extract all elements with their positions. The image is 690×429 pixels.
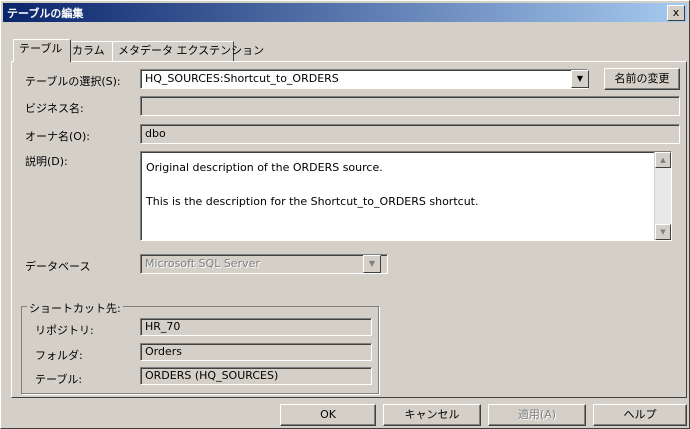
window-title: テーブルの編集: [7, 7, 84, 20]
table-label: テーブル:: [35, 373, 83, 386]
description-label: 説明(D):: [25, 155, 68, 168]
description-scrollbar[interactable]: ▲ ▼: [654, 152, 671, 240]
owner-label: オーナ名(O):: [25, 130, 90, 143]
scroll-down-icon[interactable]: ▼: [655, 224, 671, 240]
edit-table-dialog: テーブルの編集 x テーブル カラム メタデータ エクステンション テーブルの選…: [0, 0, 690, 429]
repository-label: リポジトリ:: [35, 324, 94, 337]
business-name-label: ビジネス名:: [25, 102, 84, 115]
database-label: データベース: [25, 260, 91, 273]
chevron-down-icon[interactable]: ▼: [363, 255, 381, 273]
description-line-2: This is the description for the Shortcut…: [146, 195, 479, 208]
description-textarea[interactable]: Original description of the ORDERS sourc…: [140, 151, 672, 241]
folder-field[interactable]: Orders: [140, 343, 372, 361]
ok-button[interactable]: OK: [280, 404, 376, 426]
table-field[interactable]: ORDERS (HQ_SOURCES): [140, 367, 372, 385]
repository-field[interactable]: HR_70: [140, 318, 372, 336]
title-bar: テーブルの編集 x: [3, 3, 687, 22]
business-name-field[interactable]: [140, 96, 680, 116]
chevron-down-icon[interactable]: ▼: [571, 70, 589, 88]
tab-metadata-extensions[interactable]: メタデータ エクステンション: [112, 41, 264, 61]
description-line-1: Original description of the ORDERS sourc…: [146, 161, 383, 174]
help-button[interactable]: ヘルプ: [593, 404, 687, 426]
close-icon[interactable]: x: [667, 5, 685, 21]
rename-button[interactable]: 名前の変更: [604, 68, 680, 90]
tab-columns[interactable]: カラム: [66, 41, 116, 61]
cancel-button[interactable]: キャンセル: [383, 404, 481, 426]
scroll-up-icon[interactable]: ▲: [655, 152, 671, 168]
select-table-label: テーブルの選択(S):: [25, 75, 121, 88]
folder-label: フォルダ:: [35, 349, 83, 362]
owner-field[interactable]: dbo: [140, 124, 680, 144]
tab-table[interactable]: テーブル: [13, 39, 71, 62]
database-dropdown[interactable]: Microsoft SQL Server: [140, 254, 388, 274]
apply-button[interactable]: 適用(A): [488, 404, 586, 426]
shortcut-target-label: ショートカット先:: [27, 300, 123, 316]
select-table-dropdown[interactable]: HQ_SOURCES:Shortcut_to_ORDERS: [140, 69, 588, 89]
